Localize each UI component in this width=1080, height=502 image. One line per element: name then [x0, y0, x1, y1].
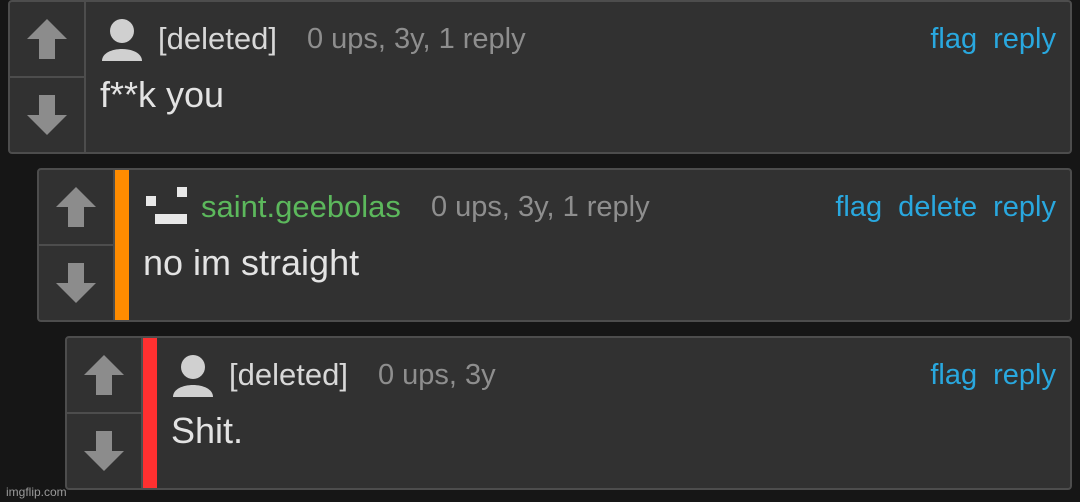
comment-content: [deleted] 0 ups, 3y flag reply Shit. [157, 338, 1070, 488]
vote-column [39, 170, 115, 320]
default-user-icon[interactable] [171, 353, 215, 397]
comment-meta: 0 ups, 3y, 1 reply [306, 22, 526, 55]
watermark: imgflip.com [6, 485, 67, 499]
flag-button[interactable]: flag [930, 359, 977, 392]
arrow-up-icon [56, 187, 96, 227]
comment: [deleted] 0 ups, 3y, 1 reply flag reply … [8, 0, 1072, 154]
default-user-icon[interactable] [100, 17, 144, 61]
comment: [deleted] 0 ups, 3y flag reply Shit. [65, 336, 1072, 490]
downvote-button[interactable] [39, 246, 113, 320]
comment-actions: flag reply [930, 359, 1056, 392]
downvote-button[interactable] [10, 78, 84, 152]
arrow-up-icon [84, 355, 124, 395]
comment-header: [deleted] 0 ups, 3y, 1 reply flag reply [86, 2, 1070, 76]
comment-body: no im straight [143, 242, 360, 283]
reply-button[interactable]: reply [993, 23, 1056, 56]
comment-body: f**k you [100, 74, 225, 115]
pixel-face-icon[interactable] [143, 185, 187, 229]
comment-actions: flag delete reply [835, 191, 1056, 224]
downvote-button[interactable] [67, 414, 141, 488]
upvote-button[interactable] [67, 338, 141, 414]
arrow-up-icon [27, 19, 67, 59]
comment-header: saint.geebolas 0 ups, 3y, 1 reply flag d… [129, 170, 1070, 244]
comment: saint.geebolas 0 ups, 3y, 1 reply flag d… [37, 168, 1072, 322]
thread-depth-bar [115, 170, 129, 320]
vote-column [10, 2, 86, 152]
upvote-button[interactable] [10, 2, 84, 78]
arrow-down-icon [27, 95, 67, 135]
comment-actions: flag reply [930, 23, 1056, 56]
upvote-button[interactable] [39, 170, 113, 246]
comment-meta: 0 ups, 3y, 1 reply [430, 190, 650, 223]
vote-column [67, 338, 143, 488]
comment-content: saint.geebolas 0 ups, 3y, 1 reply flag d… [129, 170, 1070, 320]
reply-button[interactable]: reply [993, 359, 1056, 392]
username[interactable]: [deleted] [158, 21, 277, 57]
comment-content: [deleted] 0 ups, 3y, 1 reply flag reply … [86, 2, 1070, 152]
username[interactable]: saint.geebolas [201, 189, 401, 225]
username[interactable]: [deleted] [229, 357, 348, 393]
comment-body: Shit. [171, 410, 244, 451]
flag-button[interactable]: flag [835, 191, 882, 224]
arrow-down-icon [56, 263, 96, 303]
comment-header: [deleted] 0 ups, 3y flag reply [157, 338, 1070, 412]
arrow-down-icon [84, 431, 124, 471]
comment-meta: 0 ups, 3y [377, 358, 496, 391]
thread-depth-bar [143, 338, 157, 488]
delete-button[interactable]: delete [898, 191, 977, 224]
flag-button[interactable]: flag [930, 23, 977, 56]
reply-button[interactable]: reply [993, 191, 1056, 224]
